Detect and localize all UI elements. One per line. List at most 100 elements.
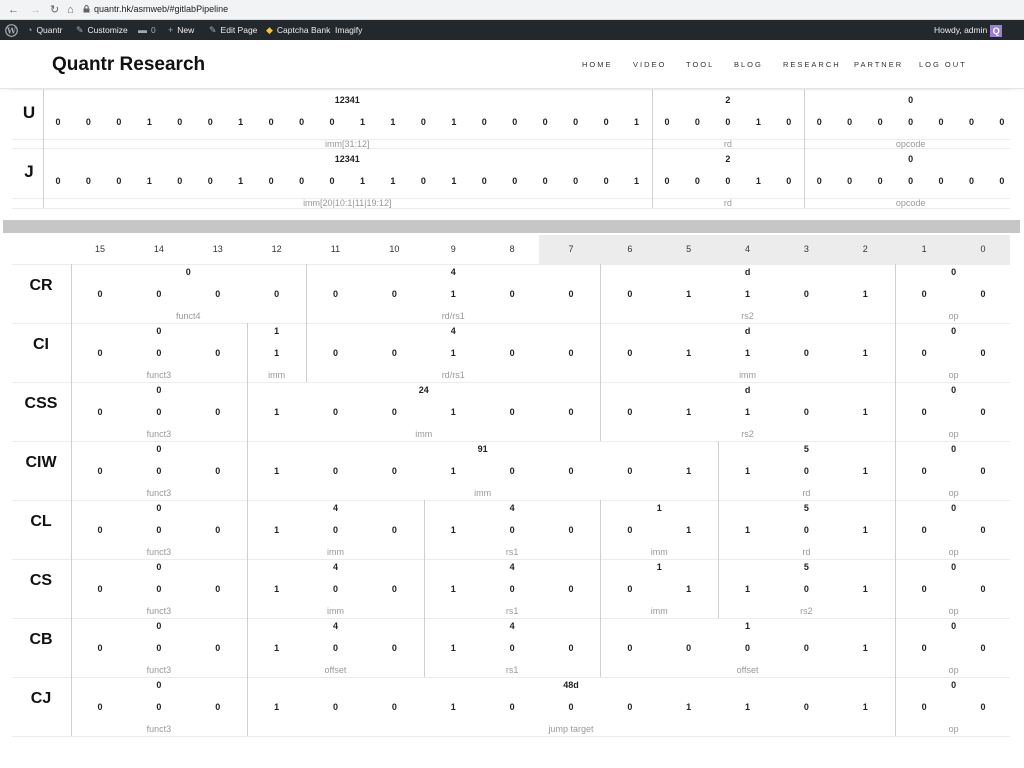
field-label: funct3	[146, 429, 172, 439]
plus-icon: +	[168, 25, 174, 35]
format-name-cb: CB	[29, 631, 53, 648]
field-divider	[804, 148, 806, 208]
wordpress-logo-icon[interactable]: W	[5, 20, 18, 40]
bit-cell: 0	[803, 584, 809, 594]
bit-cell: 0	[542, 117, 548, 127]
menu-item-home[interactable]: HOME	[582, 60, 613, 69]
bit-cell: 0	[980, 525, 986, 535]
row-divider	[12, 382, 1010, 383]
bit-index-header: 5	[686, 244, 692, 254]
comments-link[interactable]: ▬ 0	[138, 20, 156, 40]
bit-cell: 1	[450, 348, 456, 358]
field-value: 0	[156, 562, 162, 572]
pencil-icon: ✎	[209, 25, 217, 35]
forward-icon[interactable]: →	[30, 3, 41, 17]
bit-cell: 0	[420, 117, 426, 127]
bit-cell: 0	[938, 117, 944, 127]
account-menu[interactable]: Howdy, admin Q	[934, 20, 1003, 40]
field-value: 0	[951, 562, 957, 572]
bit-cell: 1	[755, 176, 761, 186]
field-value: 2	[725, 95, 731, 105]
site-title[interactable]: Quantr Research	[52, 54, 205, 76]
bit-cell: 0	[568, 702, 574, 712]
bit-cell: 0	[568, 584, 574, 594]
home-icon[interactable]: ⌂	[67, 3, 74, 17]
bit-cell: 0	[980, 466, 986, 476]
field-label: imm[20|10:1|11|19:12]	[303, 198, 392, 208]
svg-text:W: W	[6, 26, 17, 36]
new-content-link[interactable]: + New	[168, 20, 194, 40]
bit-cell: 0	[980, 407, 986, 417]
field-label: funct4	[176, 311, 201, 321]
field-label: imm	[415, 429, 433, 439]
bit-cell: 0	[568, 348, 574, 358]
bit-cell: 0	[97, 348, 103, 358]
bit-cell: 0	[177, 176, 183, 186]
menu-item-partner[interactable]: PARTNER	[854, 60, 903, 69]
bit-cell: 1	[686, 289, 692, 299]
field-value: 4	[450, 326, 456, 336]
bit-cell: 1	[450, 289, 456, 299]
row-divider	[12, 559, 1010, 560]
bit-cell: 0	[97, 289, 103, 299]
row-divider	[12, 500, 1010, 501]
bit-cell: 0	[803, 407, 809, 417]
field-value: 1	[656, 562, 662, 572]
bit-cell: 0	[420, 176, 426, 186]
field-divider	[306, 264, 308, 323]
menu-item-blog[interactable]: BLOG	[734, 60, 763, 69]
bit-index-header: 12	[271, 244, 282, 254]
format-name-cs: CS	[29, 572, 53, 589]
menu-item-log-out[interactable]: LOG OUT	[919, 60, 967, 69]
url-bar[interactable]: quantr.hk/asmweb/#gitlabPipeline	[94, 4, 228, 14]
bit-cell: 0	[816, 176, 822, 186]
bit-cell: 0	[908, 176, 914, 186]
field-value: 0	[951, 680, 957, 690]
bit-cell: 1	[274, 643, 280, 653]
wp-admin-bar: W ◔ Quantr ✎ Customize ▬ 0 + New ✎ Edit Page …	[0, 20, 1024, 40]
bit-cell: 0	[847, 117, 853, 127]
field-label: imm	[650, 547, 668, 557]
row-divider	[12, 264, 1010, 265]
customize-link[interactable]: ✎ Customize	[76, 20, 128, 40]
bit-cell: 0	[627, 702, 633, 712]
field-value: 0	[156, 621, 162, 631]
bit-cell: 0	[97, 643, 103, 653]
bit-cell: 0	[877, 176, 883, 186]
bit-cell: 0	[877, 117, 883, 127]
bit-cell: 0	[481, 176, 487, 186]
bit-index-header: 1	[921, 244, 927, 254]
admin-site-link[interactable]: ◔ Quantr	[27, 20, 62, 40]
field-label: rs1	[505, 606, 519, 616]
field-divider	[247, 441, 249, 500]
menu-item-research[interactable]: RESEARCH	[783, 60, 841, 69]
edit-page-link[interactable]: ✎ Edit Page	[209, 20, 257, 40]
bit-cell: 0	[509, 407, 515, 417]
captcha-bank-link[interactable]: ◆ Captcha Bank	[266, 20, 330, 40]
bit-cell: 1	[634, 117, 640, 127]
bit-cell: 0	[999, 176, 1005, 186]
back-icon[interactable]: ←	[8, 3, 19, 17]
bit-cell: 1	[390, 176, 396, 186]
bit-cell: 0	[215, 643, 221, 653]
bit-cell: 1	[450, 466, 456, 476]
bit-cell: 1	[238, 117, 244, 127]
reload-icon[interactable]: ↻	[50, 3, 59, 17]
bit-cell: 0	[627, 643, 633, 653]
bit-cell: 1	[359, 117, 365, 127]
field-value: 0	[951, 326, 957, 336]
menu-item-tool[interactable]: TOOL	[686, 60, 714, 69]
bit-cell: 0	[207, 117, 213, 127]
bit-cell: 0	[97, 584, 103, 594]
bit-cell: 0	[391, 407, 397, 417]
bit-cell: 0	[509, 643, 515, 653]
bit-cell: 0	[156, 289, 162, 299]
bit-cell: 1	[745, 407, 751, 417]
bit-cell: 0	[980, 702, 986, 712]
bit-cell: 0	[686, 643, 692, 653]
field-label: imm	[268, 370, 286, 380]
menu-item-video[interactable]: VIDEO	[633, 60, 666, 69]
site-header: Quantr Research HOME VIDEO TOOL BLOG RESEARC…	[0, 40, 1024, 89]
imagify-link[interactable]: Imagify	[335, 20, 362, 40]
bit-cell: 0	[329, 117, 335, 127]
